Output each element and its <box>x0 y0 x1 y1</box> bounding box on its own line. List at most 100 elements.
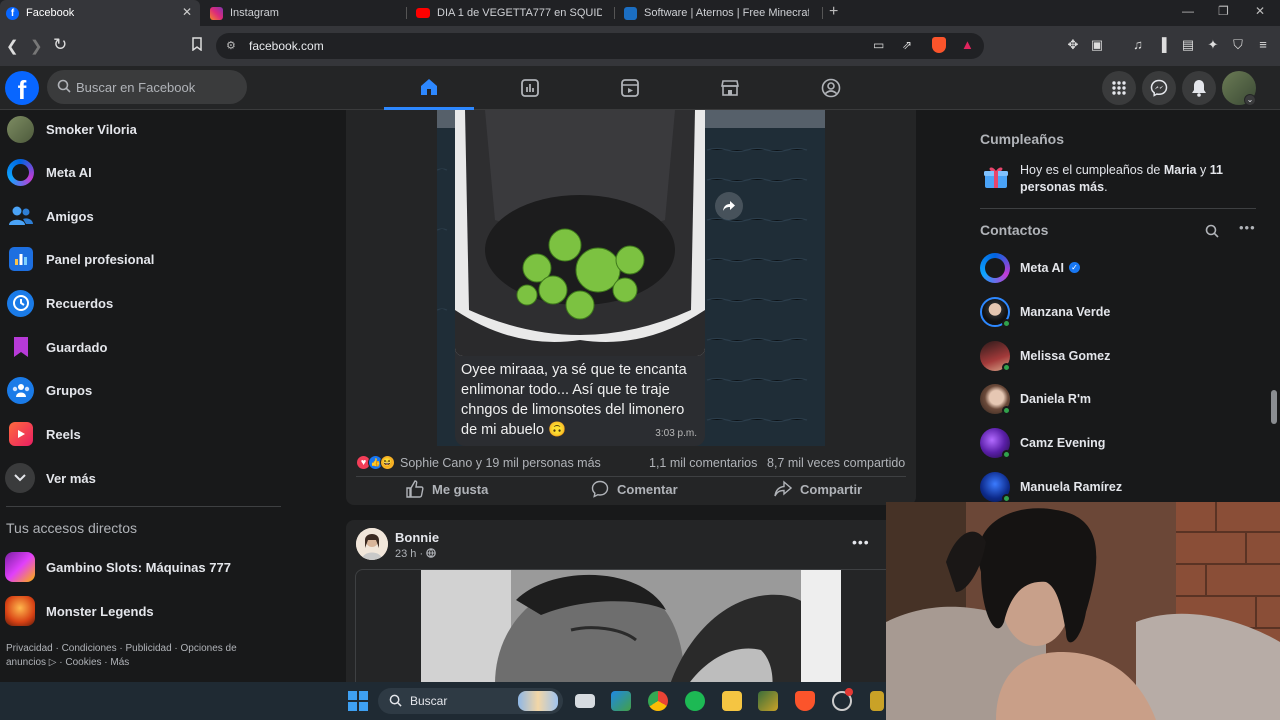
back-icon[interactable]: ❮ <box>6 37 19 55</box>
music-icon[interactable]: ♫ <box>1131 38 1145 52</box>
like-button[interactable]: Me gusta <box>406 479 488 499</box>
birthday-name: Maria <box>1163 163 1197 177</box>
sidebar-item-memories[interactable]: Recuerdos <box>0 281 290 325</box>
task-view-icon[interactable] <box>575 694 595 708</box>
shortcut-gambino-slots[interactable]: Gambino Slots: Máquinas 777 <box>0 545 290 589</box>
wallet-card-icon[interactable]: ▤ <box>1181 38 1195 52</box>
sidebar-item-groups[interactable]: Grupos <box>0 368 290 412</box>
nav-dashboard[interactable] <box>485 66 575 110</box>
nav-reels[interactable] <box>585 66 675 110</box>
contact-item[interactable]: Camz Evening <box>980 428 1260 464</box>
sidebar-item-meta-ai[interactable]: Meta AI <box>0 150 290 194</box>
cast-icon[interactable]: ▭ <box>873 38 884 52</box>
sidebar-item-saved[interactable]: Guardado <box>0 325 290 369</box>
sidebar-item-profile[interactable]: Smoker Viloria <box>0 107 290 151</box>
comment-button[interactable]: Comentar <box>591 479 678 499</box>
share-button[interactable]: Compartir <box>774 479 862 499</box>
leo-ai-icon[interactable]: ✦ <box>1206 38 1220 52</box>
author-name[interactable]: Bonnie <box>395 530 439 545</box>
friends-icon <box>7 203 34 230</box>
shortcut-monster-legends[interactable]: Monster Legends <box>0 589 290 633</box>
tab-instagram[interactable]: Instagram <box>204 0 404 26</box>
brave-browser-icon[interactable] <box>795 691 815 711</box>
store-icon[interactable] <box>611 691 631 711</box>
close-tab-icon[interactable]: ✕ <box>182 5 192 19</box>
site-settings-icon[interactable]: ⚙ <box>226 39 236 52</box>
sidebar-item-friends[interactable]: Amigos <box>0 194 290 238</box>
page-scrollbar[interactable] <box>1271 390 1277 424</box>
share-page-icon[interactable]: ⇗ <box>902 38 912 52</box>
comment-icon <box>591 480 609 498</box>
forward-button[interactable] <box>715 192 743 220</box>
shares-count[interactable]: 8,7 mil veces compartido <box>767 456 905 470</box>
spotify-icon[interactable] <box>685 691 705 711</box>
footer-links[interactable]: Privacidad · Condiciones · Publicidad · … <box>6 642 276 670</box>
facebook-logo[interactable]: f <box>5 71 39 105</box>
forward-icon[interactable]: ❯ <box>30 37 43 55</box>
instagram-favicon-icon <box>210 6 223 20</box>
left-sidebar: Smoker Viloria Meta AI Amigos Panel prof… <box>0 110 290 680</box>
reload-icon[interactable]: ↻ <box>53 35 67 55</box>
sidebar-item-label: Amigos <box>46 208 94 224</box>
feed-post: Oyee miraaa, ya sé que te encanta enlimo… <box>346 110 916 505</box>
close-window-icon[interactable]: ✕ <box>1255 4 1265 18</box>
sidebar-item-reels[interactable]: Reels <box>0 412 290 456</box>
contact-name: Camz Evening <box>1020 436 1106 450</box>
comments-count[interactable]: 1,1 mil comentarios <box>649 456 757 470</box>
brave-shields-icon[interactable] <box>932 37 946 53</box>
minecraft-launcher-icon[interactable] <box>758 691 778 711</box>
file-explorer-icon[interactable] <box>722 691 742 711</box>
dashboard-icon <box>9 247 33 271</box>
tab-facebook[interactable]: f Facebook ✕ <box>0 0 200 26</box>
pinned-app-icon[interactable] <box>870 691 884 711</box>
contact-item[interactable]: Melissa Gomez <box>980 341 1260 377</box>
contact-item[interactable]: Manzana Verde <box>980 297 1260 333</box>
extensions-icon[interactable]: ✥ <box>1066 38 1080 52</box>
reels-icon <box>9 422 33 446</box>
nav-home[interactable] <box>384 66 474 110</box>
vpn-shield-icon[interactable]: ⛉ <box>1231 38 1245 52</box>
brave-rewards-icon[interactable]: ▲ <box>961 37 974 52</box>
restore-icon[interactable]: ❐ <box>1218 4 1229 18</box>
chat-message-time: 3:03 p.m. <box>655 428 697 439</box>
tab-aternos[interactable]: Software | Aternos | Free Minecraft S <box>618 0 818 26</box>
reactions-summary[interactable]: ♥ 👍 😆 Sophie Cano y 19 mil personas más <box>356 455 601 470</box>
windows-start-icon[interactable] <box>348 691 368 711</box>
sidebar-item-label: Guardado <box>46 339 108 355</box>
nav-marketplace[interactable] <box>685 66 775 110</box>
author-avatar[interactable] <box>356 528 388 560</box>
post-options-icon[interactable]: ••• <box>852 534 870 550</box>
birthday-notice[interactable]: Hoy es el cumpleaños de Maria y 11 perso… <box>1020 162 1230 196</box>
menu-grid-button[interactable] <box>1102 71 1136 105</box>
post-media[interactable]: Oyee miraaa, ya sé que te encanta enlimo… <box>437 110 825 446</box>
birthdays-title: Cumpleaños <box>980 131 1065 147</box>
search-contacts-icon[interactable] <box>1205 224 1219 238</box>
bookmark-page-icon[interactable] <box>191 37 203 55</box>
contact-meta-ai[interactable]: Meta AI ✓ <box>980 253 1260 289</box>
wallet-icon[interactable]: ▣ <box>1090 38 1104 52</box>
sidebar-item-dashboard[interactable]: Panel profesional <box>0 237 290 281</box>
notifications-button[interactable] <box>1182 71 1216 105</box>
taskbar-search-label: Buscar <box>410 694 448 708</box>
minimize-icon[interactable]: — <box>1182 4 1194 18</box>
nav-profile[interactable] <box>786 66 876 110</box>
messenger-icon <box>1150 79 1168 97</box>
menu-icon[interactable]: ≡ <box>1256 38 1270 52</box>
clock-icon <box>7 289 34 317</box>
taskbar-search[interactable]: Buscar <box>378 688 563 714</box>
contacts-options-icon[interactable]: ••• <box>1239 220 1256 235</box>
search-input[interactable]: Buscar en Facebook <box>47 70 247 104</box>
contact-item[interactable]: Daniela R'm <box>980 384 1260 420</box>
address-bar[interactable]: ⚙ facebook.com ▭ ⇗ ▲ <box>216 33 984 59</box>
chrome-icon[interactable] <box>648 691 668 711</box>
tab-divider <box>822 7 823 19</box>
tab-youtube[interactable]: DIA 1 de VEGETTA777 en SQUID CRA <box>410 0 610 26</box>
account-avatar[interactable]: ⌄ <box>1222 71 1256 106</box>
new-tab-button[interactable]: + <box>829 3 838 21</box>
tab-label: Facebook <box>26 7 75 19</box>
sidebar-item-see-more[interactable]: Ver más <box>0 456 290 500</box>
messenger-button[interactable] <box>1142 71 1176 105</box>
gift-icon <box>983 164 1009 195</box>
tab-label: Instagram <box>230 7 279 19</box>
sidebar-toggle-icon[interactable]: ▐ <box>1155 38 1169 52</box>
